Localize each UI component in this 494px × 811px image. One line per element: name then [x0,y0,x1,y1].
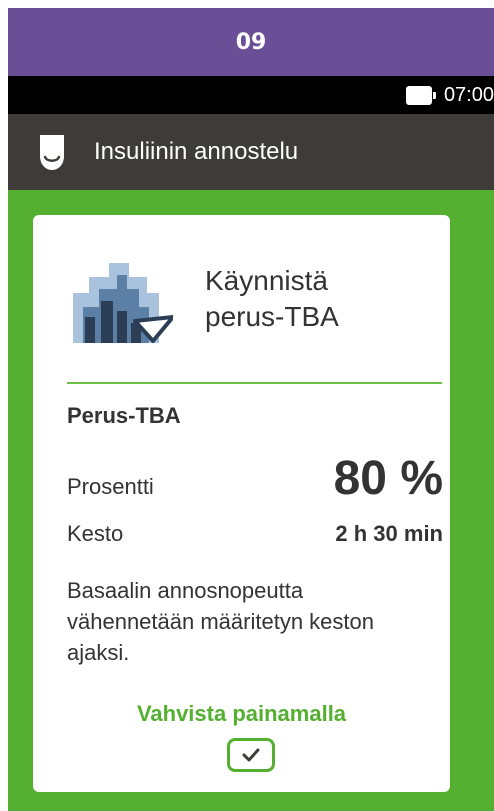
app-header: Insuliinin annostelu [8,114,494,190]
duration-row: Kesto 2 h 30 min [67,521,443,547]
step-number: 09 [235,29,267,55]
duration-label: Kesto [67,521,124,546]
battery-icon [405,85,436,105]
checkmark-icon [242,748,260,762]
card-subtitle: Perus-TBA [67,403,181,428]
card-heading: Käynnistä perus-TBA [205,265,339,332]
status-bar: 07:00 [8,76,494,114]
temp-basal-icon [73,263,173,343]
confirmation-card: Käynnistä perus-TBA Perus-TBA Prosentti … [33,215,450,792]
confirm-prompt: Vahvista painamalla [136,701,347,726]
header-title: Insuliinin annostelu [94,138,299,165]
status-time: 07:00 [443,83,494,106]
description-text: Basaalin annosnopeutta vähennetään määri… [67,578,374,665]
insulin-pump-icon [40,135,64,170]
percent-value: 80 % [333,452,443,505]
duration-value: 2 h 30 min [335,521,443,546]
divider [67,382,442,384]
step-banner: 09 [8,8,494,76]
percent-row: Prosentti 80 % [67,451,443,506]
confirm-button[interactable] [227,738,275,772]
percent-label: Prosentti [67,474,154,499]
